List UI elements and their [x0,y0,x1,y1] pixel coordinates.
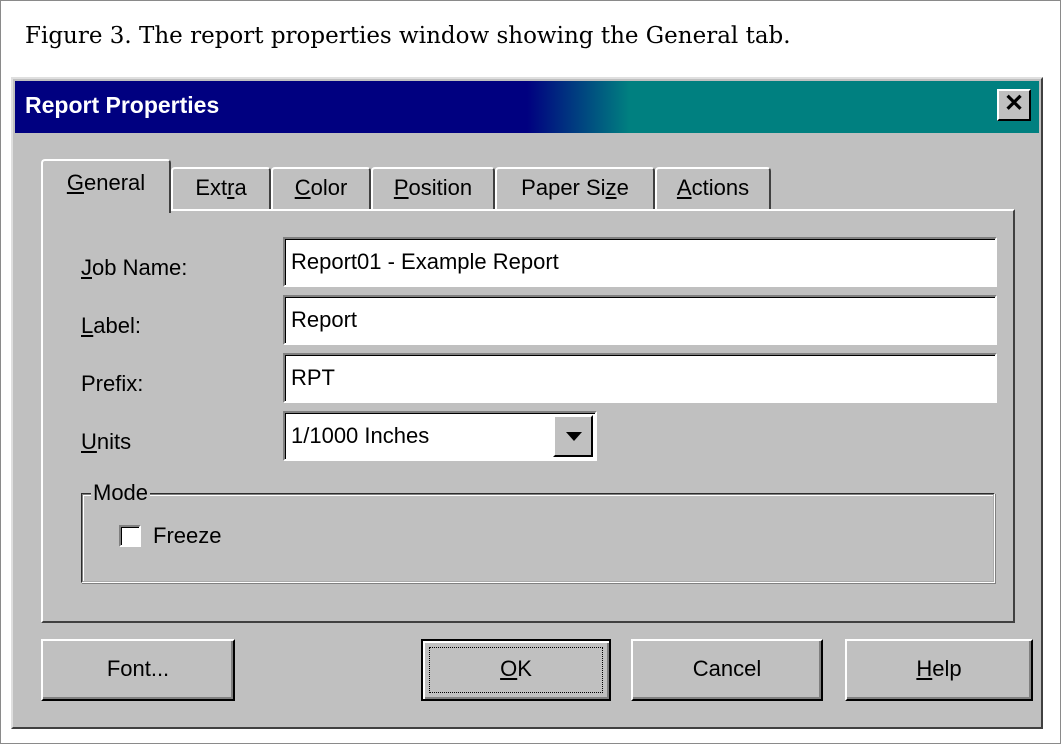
mode-group-legend: Mode [91,480,151,505]
units-select[interactable]: 1/1000 Inches [283,411,597,461]
prefix-label: Prefix: [81,371,144,396]
prefix-field[interactable]: RPT [283,353,997,403]
units-dropdown-button[interactable] [553,415,593,457]
tab-general[interactable]: General [41,159,171,213]
freeze-checkbox[interactable] [119,525,141,547]
figure-caption: Figure 3. The report properties window s… [25,23,791,49]
tab-paper-size[interactable]: Paper Size [495,167,655,211]
label-label: Label: [81,313,141,338]
label-field[interactable]: Report [283,295,997,345]
ok-button[interactable]: OK [421,639,611,701]
focus-rectangle [429,647,603,693]
tab-actions[interactable]: Actions [655,167,771,211]
font-button[interactable]: Font... [41,639,235,701]
tab-extra[interactable]: Extra [171,167,271,211]
cancel-button[interactable]: Cancel [631,639,823,701]
tab-color[interactable]: Color [271,167,371,211]
tab-position[interactable]: Position [371,167,495,211]
title-bar[interactable]: Report Properties ✕ [15,81,1039,133]
chevron-down-icon [566,432,582,441]
help-button[interactable]: Help [845,639,1033,701]
job-name-field[interactable]: Report01 - Example Report [283,237,997,287]
job-name-label: Job Name: [81,255,188,280]
units-label: Units [81,429,132,454]
figure-frame: Figure 3. The report properties window s… [0,0,1061,744]
freeze-label: Freeze [153,523,222,548]
close-button[interactable]: ✕ [997,89,1031,121]
window-title: Report Properties [25,92,220,118]
close-icon: ✕ [1003,90,1025,117]
